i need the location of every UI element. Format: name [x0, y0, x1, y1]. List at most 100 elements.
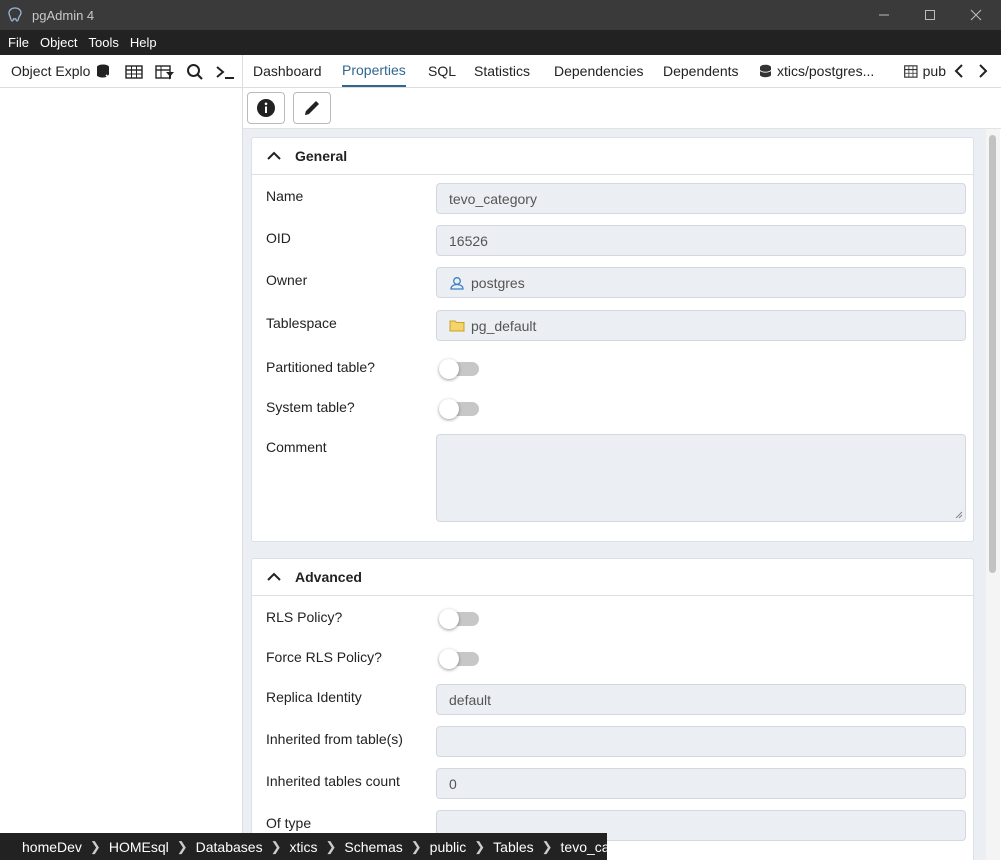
general-section-title: General — [295, 148, 348, 164]
toggle-knob — [439, 649, 459, 669]
toggle-knob — [439, 609, 459, 629]
view-data-table-icon[interactable] — [121, 59, 147, 85]
menu-tools[interactable]: Tools — [89, 35, 119, 50]
owner-value: postgres — [471, 274, 525, 291]
system-table-toggle[interactable] — [439, 399, 479, 419]
psql-terminal-icon[interactable] — [212, 59, 238, 85]
breadcrumb-item[interactable]: Schemas — [344, 839, 402, 855]
system-table-label: System table? — [266, 399, 355, 415]
table-icon — [904, 64, 918, 78]
info-icon — [257, 99, 275, 117]
chevron-right-icon: ❯ — [176, 838, 188, 854]
properties-content: General Name tevo_category OID 16526 Own… — [243, 129, 986, 860]
object-explorer-panel: Object Explorer — [0, 55, 243, 860]
inherited-count-field[interactable]: 0 — [436, 768, 966, 799]
oid-field[interactable]: 16526 — [436, 225, 966, 256]
inherited-count-value: 0 — [449, 775, 457, 792]
owner-label: Owner — [266, 272, 308, 288]
chevron-right-icon: ❯ — [474, 838, 486, 854]
inherited-from-field[interactable] — [436, 726, 966, 757]
replica-identity-field[interactable]: default — [436, 684, 966, 715]
tab-statistics[interactable]: Statistics — [474, 55, 530, 87]
breadcrumb-item[interactable]: public — [430, 839, 467, 855]
close-button[interactable] — [953, 0, 999, 30]
filtered-rows-icon[interactable] — [152, 59, 178, 85]
tab-properties-label: Properties — [342, 62, 406, 78]
tab-dependencies[interactable]: Dependencies — [554, 55, 644, 87]
tab-query-tool-label: xtics/postgres... — [777, 63, 875, 79]
chevron-right-icon: ❯ — [410, 838, 422, 854]
query-tool-database-icon[interactable] — [91, 59, 117, 85]
tab-scroll-left-icon[interactable] — [949, 61, 969, 81]
tab-dashboard[interactable]: Dashboard — [253, 55, 322, 87]
tab-sql[interactable]: SQL — [428, 55, 456, 87]
advanced-section-header[interactable]: Advanced — [252, 559, 973, 596]
breadcrumb: homeDev ❯ HOMEsql ❯ Databases ❯ xtics ❯ … — [0, 833, 648, 860]
folder-icon — [449, 320, 465, 332]
tab-properties[interactable]: Properties — [342, 55, 406, 87]
vertical-scrollbar[interactable] — [986, 129, 1000, 860]
breadcrumb-item[interactable]: homeDev — [22, 839, 82, 855]
pgadmin-elephant-icon — [6, 6, 24, 24]
force-rls-policy-label: Force RLS Policy? — [266, 649, 382, 665]
info-button[interactable] — [247, 92, 285, 124]
tab-dependents[interactable]: Dependents — [663, 55, 739, 87]
breadcrumb-item[interactable]: xtics — [289, 839, 317, 855]
tab-query-tool[interactable]: xtics/postgres... — [759, 55, 874, 87]
edit-button[interactable] — [293, 92, 331, 124]
name-value: tevo_category — [449, 190, 537, 207]
tab-dashboard-label: Dashboard — [253, 63, 322, 79]
tablespace-field[interactable]: pg_default — [436, 310, 966, 341]
scrollbar-thumb[interactable] — [989, 135, 996, 573]
breadcrumb-item[interactable]: Tables — [493, 839, 533, 855]
name-label: Name — [266, 188, 304, 204]
tab-view-data[interactable]: pub — [904, 55, 946, 87]
chevron-right-icon: ❯ — [541, 838, 553, 854]
tab-sql-label: SQL — [428, 63, 457, 79]
replica-identity-label: Replica Identity — [266, 689, 362, 705]
owner-field[interactable]: postgres — [436, 267, 966, 298]
toggle-knob — [439, 359, 459, 379]
comment-textarea[interactable] — [436, 434, 966, 522]
breadcrumb-item[interactable]: HOMEsql — [109, 839, 169, 855]
general-section-header[interactable]: General — [252, 138, 973, 175]
object-explorer-header: Object Explorer — [0, 55, 242, 88]
search-icon[interactable] — [182, 59, 208, 85]
breadcrumb-item[interactable]: Databases — [196, 839, 263, 855]
inherited-count-label: Inherited tables count — [266, 773, 400, 789]
menu-help[interactable]: Help — [130, 35, 157, 50]
tab-view-data-label: pub — [922, 63, 946, 79]
object-explorer-title[interactable]: Object Explorer — [11, 63, 91, 79]
rls-policy-toggle[interactable] — [439, 609, 479, 629]
chevron-right-icon: ❯ — [325, 838, 337, 854]
breadcrumb-item[interactable]: tevo_category — [561, 839, 649, 855]
maximize-button[interactable] — [907, 0, 953, 30]
minimize-button[interactable] — [861, 0, 907, 30]
properties-toolbar — [243, 88, 1001, 129]
toggle-knob — [439, 399, 459, 419]
tablespace-label: Tablespace — [266, 315, 337, 331]
chevron-up-icon — [267, 572, 285, 582]
partitioned-table-toggle[interactable] — [439, 359, 479, 379]
tab-dependents-label: Dependents — [663, 63, 739, 79]
database-icon — [759, 64, 772, 78]
replica-identity-value: default — [449, 691, 492, 708]
inherited-from-label: Inherited from table(s) — [266, 731, 403, 747]
menu-file[interactable]: File — [8, 35, 29, 50]
name-field[interactable]: tevo_category — [436, 183, 966, 214]
of-type-label: Of type — [266, 815, 312, 831]
tab-scroll-right-icon[interactable] — [973, 61, 993, 81]
partitioned-table-label: Partitioned table? — [266, 359, 375, 375]
user-icon — [450, 276, 464, 290]
pencil-icon — [305, 101, 319, 115]
menu-object[interactable]: Object — [40, 35, 78, 50]
resize-handle-icon[interactable] — [955, 511, 963, 519]
chevron-right-icon: ❯ — [270, 838, 282, 854]
tab-bar: Dashboard Properties SQL Statistics Depe… — [243, 55, 1001, 88]
advanced-section: Advanced RLS Policy? Force RLS Policy? R… — [251, 558, 974, 860]
rls-policy-label: RLS Policy? — [266, 609, 343, 625]
title-bar: pgAdmin 4 — [0, 0, 1001, 30]
window-title: pgAdmin 4 — [32, 7, 95, 23]
chevron-up-icon — [267, 151, 285, 161]
force-rls-policy-toggle[interactable] — [439, 649, 479, 669]
